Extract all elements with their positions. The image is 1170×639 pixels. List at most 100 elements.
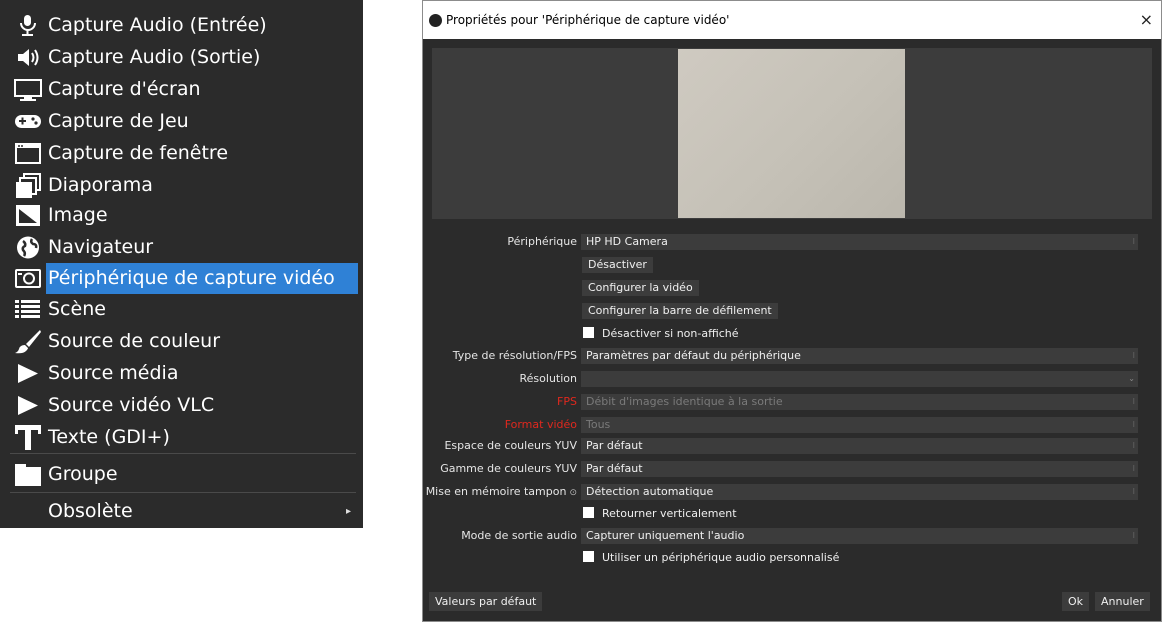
camera-feed [678,49,905,218]
checkbox-label: Désactiver si non-affiché [602,327,739,340]
properties-dialog: Propriétés pour 'Périphérique de capture… [422,0,1162,622]
menu-item-label: Navigateur [48,236,154,258]
configure-video-button[interactable]: Configurer la vidéo [582,280,699,296]
info-icon[interactable]: ⊙ [569,485,577,501]
yuv-space-select-value: Par défaut [586,439,643,452]
cancel-button[interactable]: Annuler [1095,592,1150,611]
chevron-down-icon: ⁝ [1132,464,1135,473]
audio-mode-select-value: Capturer uniquement l'audio [586,529,745,542]
configure-crossbar-button[interactable]: Configurer la barre de défilement [582,303,778,319]
fps-label: FPS [557,395,577,408]
menu-item-game-capture[interactable]: Capture de Jeu [0,106,363,137]
menu-item-scene[interactable]: Scène [0,294,363,325]
globe-icon [12,232,44,263]
menu-item-label: Groupe [48,463,118,485]
ok-button[interactable]: Ok [1062,592,1090,611]
yuv-range-label: Gamme de couleurs YUV [440,462,577,475]
menu-item-text-gdi[interactable]: Texte (GDI+) [0,422,363,453]
checkbox-box[interactable] [583,327,594,338]
res-type-select-value: Paramètres par défaut du périphérique [586,349,801,362]
audio-mode-label: Mode de sortie audio [461,529,577,542]
gamepad-icon [12,106,44,137]
text-icon [12,422,44,453]
video-format-select[interactable]: Tous ⁝ [581,417,1138,433]
device-label: Périphérique [507,235,577,248]
menu-item-slideshow[interactable]: Diaporama [0,170,363,201]
chevron-down-icon: ⁝ [1132,441,1135,450]
menu-item-image[interactable]: Image [0,200,363,231]
menu-item-group[interactable]: Groupe [0,459,363,490]
checkbox-label: Utiliser un périphérique audio personnal… [602,551,840,564]
buffering-select[interactable]: Détection automatique ⁝ [581,484,1138,500]
menu-item-display-capture[interactable]: Capture d'écran [0,74,363,105]
menu-item-video-capture-device[interactable]: Périphérique de capture vidéo [15,263,358,294]
flip-vertical-checkbox[interactable]: Retourner verticalement [583,507,737,521]
microphone-icon [12,10,44,41]
menu-item-label: Source de couleur [48,330,221,352]
play-icon [12,358,44,389]
checkbox-label: Retourner verticalement [602,507,737,520]
audio-mode-select[interactable]: Capturer uniquement l'audio ⁝ [581,528,1138,544]
menu-item-label: Capture de Jeu [48,110,189,132]
speaker-icon [12,42,44,73]
list-icon [12,294,44,325]
close-button[interactable]: × [1140,10,1153,29]
video-format-select-value: Tous [586,418,611,431]
video-preview [432,48,1152,219]
buffering-label-text: Mise en mémoire tampon [425,485,567,498]
menu-item-label: Source vidéo VLC [48,394,215,416]
menu-item-label: Diaporama [48,174,153,196]
menu-item-label: Obsolète [48,500,133,522]
res-type-select[interactable]: Paramètres par défaut du périphérique ⁝ [581,348,1138,364]
yuv-space-select[interactable]: Par défaut ⁝ [581,438,1138,454]
menu-item-label: Image [48,204,108,226]
deactivate-when-hidden-checkbox[interactable]: Désactiver si non-affiché [583,327,739,341]
custom-audio-device-checkbox[interactable]: Utiliser un périphérique audio personnal… [583,551,839,565]
chevron-down-icon: ⁝ [1132,351,1135,360]
menu-item-deprecated[interactable]: Obsolète ▸ [0,496,363,527]
device-select[interactable]: HP HD Camera ⁝ [581,234,1138,250]
yuv-range-select-value: Par défaut [586,462,643,475]
chevron-down-icon: ⁝ [1132,420,1135,429]
slideshow-icon [12,170,44,201]
menu-separator [10,453,356,454]
chevron-down-icon: ⌄ [1128,374,1135,383]
menu-item-label: Texte (GDI+) [48,426,170,448]
checkbox-box[interactable] [583,551,594,562]
menu-item-label: Capture Audio (Sortie) [48,46,261,68]
menu-item-window-capture[interactable]: Capture de fenêtre [0,138,363,169]
menu-item-label: Périphérique de capture vidéo [48,267,335,289]
res-type-label: Type de résolution/FPS [452,349,577,362]
menu-item-label: Scène [48,298,106,320]
menu-item-browser[interactable]: Navigateur [0,232,363,263]
brush-icon [12,326,44,357]
buffering-select-value: Détection automatique [586,485,714,498]
chevron-down-icon: ⁝ [1132,487,1135,496]
menu-item-color-source[interactable]: Source de couleur [0,326,363,357]
yuv-range-select[interactable]: Par défaut ⁝ [581,461,1138,477]
device-select-value: HP HD Camera [586,235,668,248]
menu-item-label: Capture d'écran [48,78,201,100]
image-icon [12,200,44,231]
dialog-titlebar: Propriétés pour 'Périphérique de capture… [423,1,1161,39]
menu-item-audio-input[interactable]: Capture Audio (Entrée) [0,10,363,41]
chevron-down-icon: ⁝ [1132,531,1135,540]
menu-item-media-source[interactable]: Source média [0,358,363,389]
menu-item-audio-output[interactable]: Capture Audio (Sortie) [0,42,363,73]
folder-icon [12,459,44,490]
yuv-space-label: Espace de couleurs YUV [444,439,577,452]
window-icon [12,138,44,169]
menu-item-vlc-source[interactable]: Source vidéo VLC [0,390,363,421]
menu-item-label: Capture de fenêtre [48,142,229,164]
menu-item-label: Source média [48,362,179,384]
checkbox-box[interactable] [583,507,594,518]
resolution-input[interactable]: ⌄ [581,371,1138,387]
fps-select[interactable]: Débit d'images identique à la sortie ⁝ [581,394,1138,410]
deactivate-button[interactable]: Désactiver [582,257,653,273]
defaults-button[interactable]: Valeurs par défaut [429,592,543,611]
obs-logo-icon [429,14,442,27]
submenu-arrow-icon: ▸ [345,506,351,517]
play-icon [12,390,44,421]
fps-select-value: Débit d'images identique à la sortie [586,395,783,408]
chevron-down-icon: ⁝ [1132,237,1135,246]
